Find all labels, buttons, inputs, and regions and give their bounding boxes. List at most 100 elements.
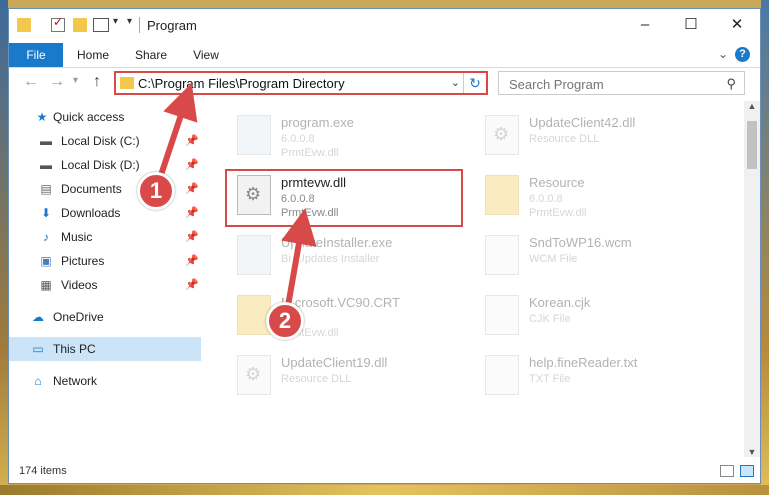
navigation-bar: ← → ▾ ↑ C:\Program Files\Program Directo… [9, 69, 760, 97]
address-history-chevron-icon[interactable]: ⌄ [451, 76, 460, 89]
sidebar-item-pictures[interactable]: ▣ Pictures 📌 [9, 249, 201, 273]
desktop-background-bottom [0, 485, 769, 495]
pin-icon[interactable]: 📌 [185, 225, 199, 249]
navigation-pane: ★ Quick access ▬ Local Disk (C:) 📌 ▬ Loc… [9, 105, 203, 455]
music-icon: ♪ [43, 230, 49, 244]
back-arrow-icon[interactable]: ← [23, 73, 39, 91]
dll-gear-icon [237, 355, 271, 395]
search-input[interactable] [499, 72, 721, 96]
expand-ribbon-chevron-icon[interactable]: ⌄ [718, 47, 728, 61]
star-icon: ★ [36, 110, 48, 124]
scroll-thumb[interactable] [747, 121, 757, 169]
pin-icon[interactable]: 📌 [185, 273, 199, 297]
file-name: SndToWP16.wcm [529, 235, 632, 250]
sidebar-item-network[interactable]: ⌂ Network [9, 369, 201, 393]
desktop-background-left [0, 0, 8, 495]
large-icons-view-icon[interactable] [740, 465, 754, 477]
new-folder-icon[interactable] [73, 18, 87, 32]
title-divider [139, 17, 140, 33]
sidebar-item-onedrive[interactable]: ☁ OneDrive [9, 305, 201, 329]
sidebar-item-this-pc[interactable]: ▭ This PC [9, 337, 201, 361]
file-detail: 6.0.0.8 [281, 133, 315, 145]
file-name: Korean.cjk [529, 295, 591, 310]
folder-icon [485, 175, 519, 215]
file-detail: TXT File [529, 373, 571, 385]
document-icon [485, 355, 519, 395]
sidebar-item-label: Pictures [61, 254, 105, 268]
computer-icon: ▭ [32, 342, 44, 356]
file-detail: Bit Updates Installer [281, 253, 380, 265]
help-icon[interactable]: ? [735, 47, 750, 62]
ribbon: File Home Share View ⌄ ? [9, 43, 760, 68]
scroll-down-icon[interactable]: ▼ [744, 447, 760, 457]
file-highlight-box [225, 169, 463, 227]
document-icon [485, 295, 519, 335]
sidebar-item-label: Videos [61, 278, 98, 292]
sidebar-item-label: OneDrive [53, 310, 104, 324]
properties-check-icon[interactable] [51, 15, 65, 32]
file-item-microsoft-vc90-crt[interactable]: Microsoft.VC90.CRT PrmtEvw.dll [229, 289, 469, 349]
file-item-resource[interactable]: Resource 6.0.0.8 PrmtEvw.dll [477, 169, 717, 229]
sidebar-item-quick-access[interactable]: ★ Quick access [9, 105, 201, 129]
download-icon: ⬇ [40, 206, 52, 220]
step-2-badge: 2 [266, 302, 304, 340]
refresh-icon[interactable]: ↻ [463, 73, 486, 93]
pin-icon[interactable]: 📌 [185, 129, 199, 153]
tab-share[interactable]: Share [127, 43, 175, 67]
pin-icon[interactable]: 📌 [185, 177, 199, 201]
vertical-scrollbar[interactable]: ▲ ▼ [744, 101, 760, 457]
file-item-updateclient19-dll[interactable]: UpdateClient19.dll Resource DLL [229, 349, 469, 409]
details-view-icon[interactable] [720, 465, 734, 477]
address-bar[interactable]: C:\Program Files\Program Directory ⌄ ↻ [114, 71, 488, 95]
sidebar-item-label: Network [53, 374, 98, 388]
pin-icon[interactable]: 📌 [185, 201, 199, 225]
sidebar-item-local-disk-d[interactable]: ▬ Local Disk (D:) 📌 [9, 153, 201, 177]
sidebar-item-videos[interactable]: ▦ Videos 📌 [9, 273, 201, 297]
search-box[interactable]: ⚲ [498, 71, 745, 96]
status-bar: 174 items [9, 461, 760, 483]
sidebar-item-label: Local Disk (D:) [61, 158, 140, 172]
pin-icon[interactable]: 📌 [185, 153, 199, 177]
close-button[interactable]: ✕ [714, 9, 760, 41]
file-name: help.fineReader.txt [529, 355, 638, 370]
step-1-badge: 1 [137, 172, 175, 210]
file-item-updateclient42-dll[interactable]: UpdateClient42.dll Resource DLL [477, 109, 717, 169]
file-item-program-exe[interactable]: program.exe 6.0.0.8 PrmtEvw.dll [229, 109, 469, 169]
file-detail: Resource DLL [529, 133, 600, 145]
file-item-updateinstaller-exe[interactable]: UpdateInstaller.exe Bit Updates Installe… [229, 229, 469, 289]
item-count: 174 items [19, 465, 67, 477]
sidebar-item-downloads[interactable]: ⬇ Downloads 📌 [9, 201, 201, 225]
sidebar-item-local-disk-c[interactable]: ▬ Local Disk (C:) 📌 [9, 129, 201, 153]
document-icon [485, 235, 519, 275]
videos-icon: ▦ [40, 278, 52, 292]
title-bar: ▾ ▾ Program – ☐ ✕ [9, 9, 760, 43]
pin-icon[interactable]: 📌 [185, 249, 199, 273]
customize-toolbar-icon[interactable]: ▾ [127, 16, 132, 27]
file-item-korean-cjk[interactable]: Korean.cjk CJK File [477, 289, 717, 349]
file-item-sndtowp16-wcm[interactable]: SndToWP16.wcm WCM File [477, 229, 717, 289]
address-path[interactable]: C:\Program Files\Program Directory [138, 76, 345, 91]
file-detail: Resource DLL [281, 373, 352, 385]
tab-view[interactable]: View [183, 43, 229, 67]
pictures-icon: ▣ [40, 254, 52, 268]
search-icon[interactable]: ⚲ [726, 76, 736, 92]
file-detail: WCM File [529, 253, 578, 265]
folder-icon [17, 18, 31, 32]
minimize-button[interactable]: – [622, 9, 668, 41]
chevron-down-icon[interactable]: ▾ [113, 16, 118, 27]
executable-icon [237, 235, 271, 275]
file-item-help-finereader-txt[interactable]: help.fineReader.txt TXT File [477, 349, 717, 409]
forward-arrow-icon[interactable]: → [49, 73, 65, 91]
maximize-button[interactable]: ☐ [668, 9, 714, 41]
file-name: Resource [529, 175, 585, 190]
view-layout-icon[interactable] [93, 18, 109, 32]
scroll-up-icon[interactable]: ▲ [744, 101, 760, 111]
up-arrow-icon[interactable]: ↑ [93, 73, 101, 91]
dll-gear-icon [485, 115, 519, 155]
network-icon: ⌂ [34, 374, 42, 388]
sidebar-item-music[interactable]: ♪ Music 📌 [9, 225, 201, 249]
recent-locations-chevron-icon[interactable]: ▾ [73, 75, 78, 86]
tab-home[interactable]: Home [69, 43, 117, 67]
desktop-background-right [761, 0, 769, 495]
tab-file[interactable]: File [9, 43, 63, 67]
